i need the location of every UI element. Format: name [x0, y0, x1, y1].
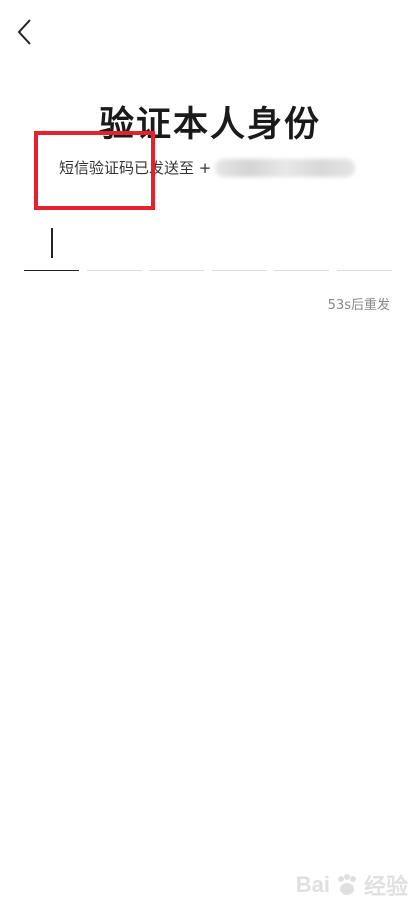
verification-code-input[interactable] — [24, 222, 392, 272]
code-digit-1[interactable] — [24, 222, 79, 271]
back-button[interactable] — [14, 16, 38, 48]
watermark-text-2: 经验 — [363, 874, 408, 899]
code-digit-2[interactable] — [86, 222, 142, 271]
code-digit-5[interactable] — [274, 222, 330, 271]
code-digit-3[interactable] — [149, 222, 205, 271]
verify-identity-screen: 验证本人身份 短信验证码已发送至 + 53s后重发 Bai 经验 — [0, 0, 420, 911]
code-digit-4[interactable] — [211, 222, 267, 271]
page-title: 验证本人身份 — [98, 105, 321, 145]
sms-sent-message: 短信验证码已发送至 + — [59, 157, 356, 178]
text-cursor — [51, 228, 53, 258]
chevron-left-icon — [17, 19, 31, 45]
masked-phone-number — [215, 158, 356, 177]
baidu-watermark: Bai 经验 — [296, 869, 408, 901]
baidu-paw-icon — [337, 874, 356, 895]
sms-sent-text: 短信验证码已发送至 + — [59, 159, 212, 177]
watermark-text: Bai — [295, 872, 330, 897]
resend-countdown: 53s后重发 — [327, 298, 390, 313]
code-digit-6[interactable] — [336, 222, 392, 271]
